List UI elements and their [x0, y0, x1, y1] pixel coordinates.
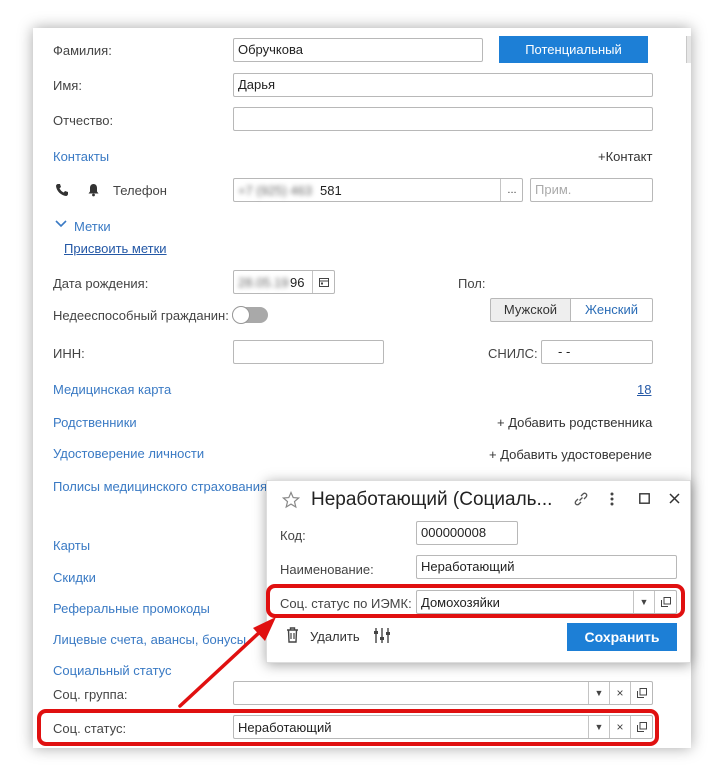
red-arrow-icon	[178, 617, 276, 708]
